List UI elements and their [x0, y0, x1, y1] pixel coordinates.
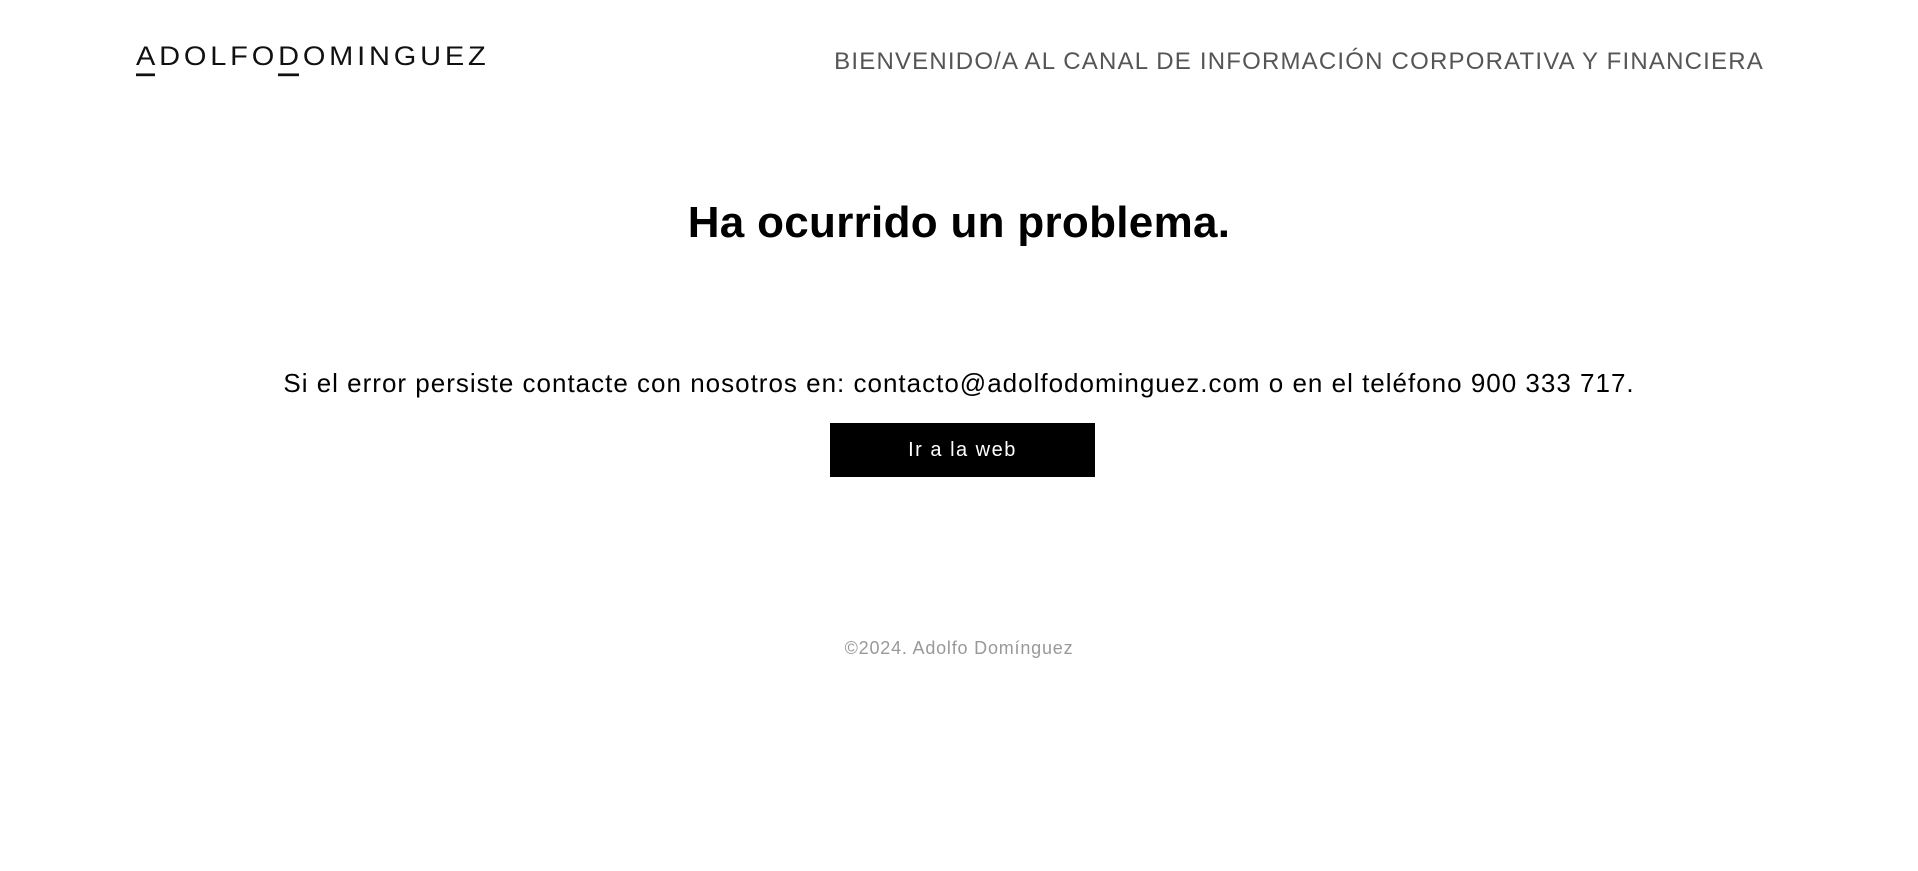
- go-to-web-button[interactable]: Ir a la web: [830, 423, 1095, 477]
- logo-letter-d: D: [278, 42, 303, 77]
- logo-letter-a: A: [136, 42, 160, 77]
- page: ADOLFODOMINGUEZ BIENVENIDO/A AL CANAL DE…: [0, 0, 1918, 871]
- logo-text-dolfo: DOLFO: [159, 42, 279, 72]
- footer-copyright: ©2024. Adolfo Domínguez: [844, 638, 1074, 658]
- error-message: Si el error persiste contacte con nosotr…: [283, 368, 1635, 398]
- brand-logo[interactable]: ADOLFODOMINGUEZ: [136, 42, 490, 77]
- error-title: Ha ocurrido un problema.: [687, 198, 1231, 247]
- header-tagline: BIENVENIDO/A AL CANAL DE INFORMACIÓN COR…: [834, 48, 1764, 75]
- header: ADOLFODOMINGUEZ BIENVENIDO/A AL CANAL DE…: [0, 0, 1918, 120]
- logo-text-ominguez: OMINGUEZ: [302, 42, 490, 72]
